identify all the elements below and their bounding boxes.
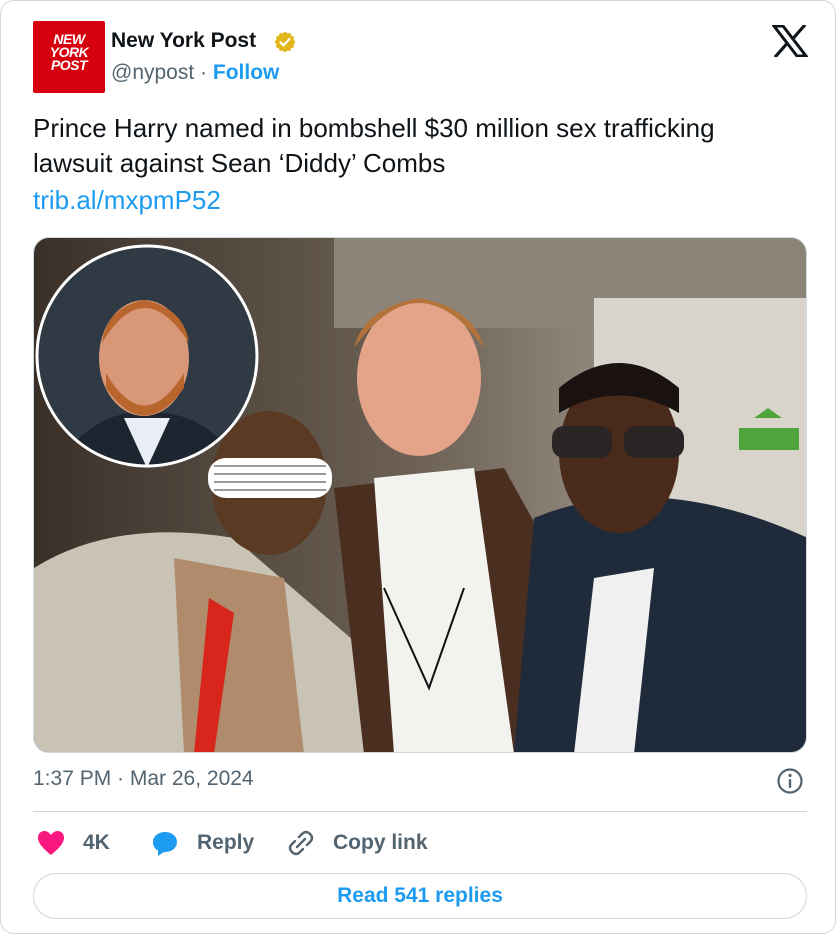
reply-label: Reply [197,831,255,854]
follow-link[interactable]: Follow [213,61,280,84]
verified-badge-icon [274,31,296,53]
tweet-photo[interactable] [33,237,807,753]
heart-icon [38,831,64,855]
copy-link-button[interactable]: Copy link [287,827,428,859]
avatar[interactable]: NEW YORK POST [33,21,105,93]
reply-button[interactable]: Reply [151,827,254,859]
divider [33,811,807,812]
link-icon [288,830,314,856]
tweet-text: Prince Harry named in bombshell $30 mill… [33,113,715,178]
avatar-logo: NEW YORK POST [49,31,89,73]
handle-row: @nypost · Follow [111,61,279,85]
copy-link-label: Copy link [333,831,428,854]
handle[interactable]: @nypost [111,61,194,84]
separator: · [200,61,208,84]
read-replies-button[interactable]: Read 541 replies [33,873,807,919]
tweet-link[interactable]: trib.al/mxpmP52 [33,183,221,218]
tweet-card: NEW YORK POST New York Post @nypost · Fo… [0,0,836,934]
info-icon[interactable] [776,767,804,795]
reply-bubble-icon [153,832,177,856]
display-name[interactable]: New York Post [111,29,256,53]
x-logo-icon[interactable] [772,25,808,57]
like-button[interactable]: 4K [37,827,110,859]
photo-image [34,238,806,752]
like-count: 4K [83,831,110,854]
tweet-timestamp[interactable]: 1:37 PM · Mar 26, 2024 [33,767,254,791]
